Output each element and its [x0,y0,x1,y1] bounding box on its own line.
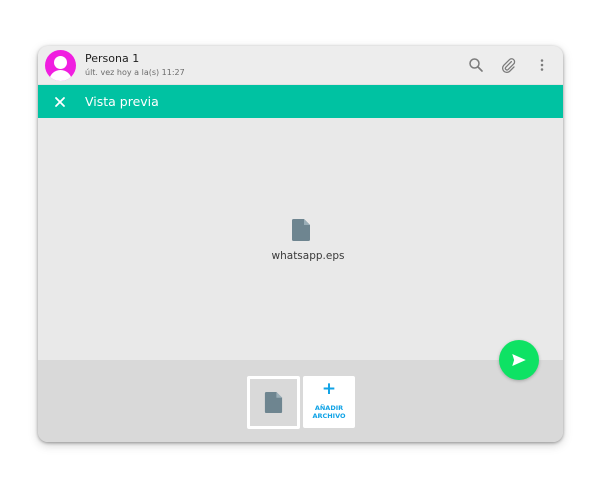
document-thumbnail-icon [264,392,283,413]
last-seen-status: últ. vez hoy a la(s) 11:27 [85,68,185,77]
search-icon[interactable] [467,56,485,74]
add-file-label-line1: AÑADIR [314,404,344,412]
add-file-label: AÑADIR ARCHIVO [303,404,355,420]
contact-name[interactable]: Persona 1 [85,52,139,65]
close-icon[interactable] [52,94,68,110]
plus-icon: + [321,379,337,399]
send-icon [512,354,526,366]
preview-title: Vista previa [85,94,159,109]
more-vert-icon[interactable] [533,56,551,74]
attachment-tray: + AÑADIR ARCHIVO [38,360,563,442]
preview-bar: Vista previa [38,85,563,118]
chat-header: Persona 1 últ. vez hoy a la(s) 11:27 [38,46,563,85]
file-preview-area: whatsapp.eps [38,118,563,360]
send-button[interactable] [499,340,539,380]
avatar-head [54,56,67,69]
add-file-label-line2: ARCHIVO [312,412,346,420]
file-name: whatsapp.eps [271,250,345,262]
paperclip-icon[interactable] [499,56,517,74]
document-icon [292,219,310,241]
avatar-body [49,70,72,81]
file-thumbnail[interactable] [247,376,300,429]
add-file-button[interactable]: + AÑADIR ARCHIVO [303,376,355,428]
avatar[interactable] [45,50,76,81]
chat-window: Persona 1 últ. vez hoy a la(s) 11:27 Vis… [38,46,563,442]
